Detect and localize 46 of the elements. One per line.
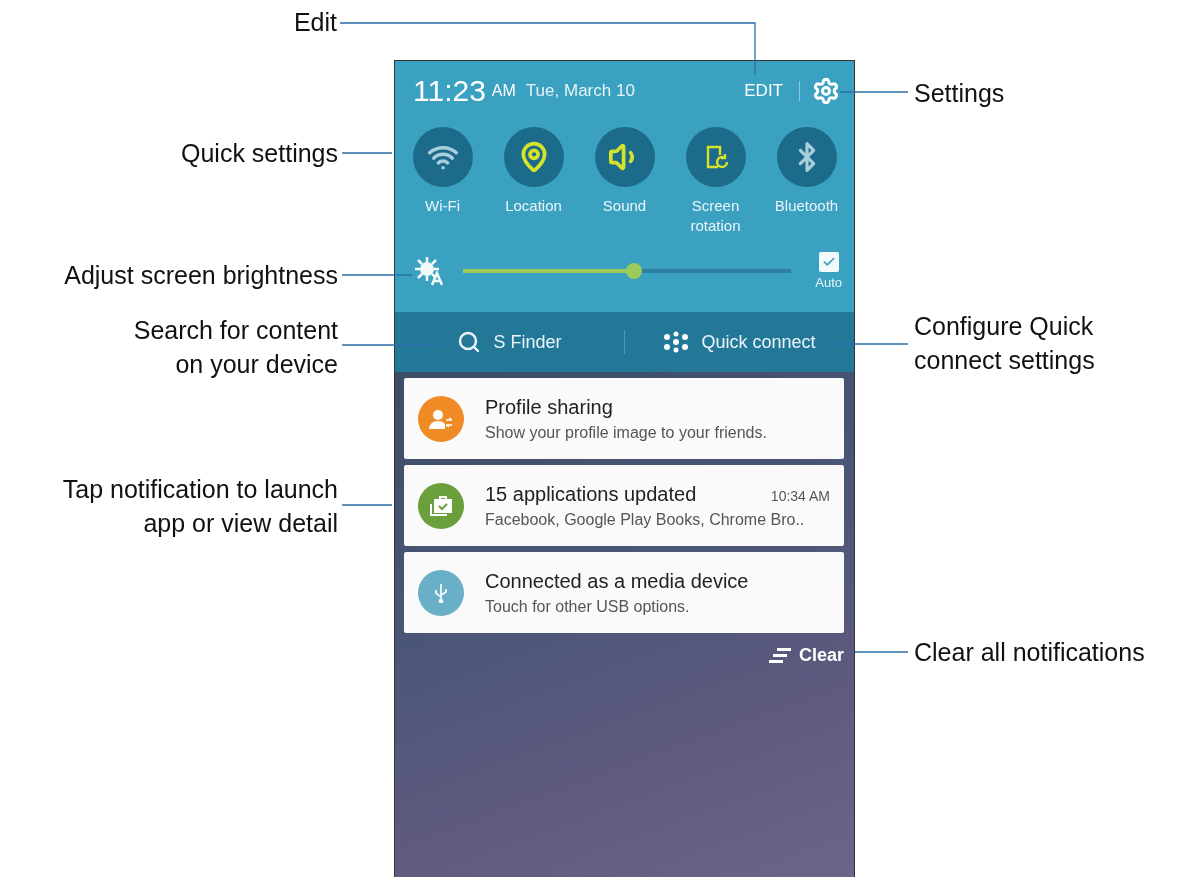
checkmark-icon <box>821 255 836 269</box>
usb-icon <box>434 582 448 603</box>
notification-card[interactable]: Connected as a media device Touch for other USB options. <box>404 552 844 633</box>
callout-label: Clear all notifications <box>914 637 1146 668</box>
clock-time: 11:23 <box>413 74 486 108</box>
clear-lines-icon <box>768 647 791 664</box>
leader-line <box>341 274 413 276</box>
quick-setting-toggle[interactable]: Screen rotation <box>670 127 761 236</box>
callout-label: Tap notification to launch app or view detail <box>61 474 338 539</box>
quick-setting-toggle[interactable]: Bluetooth <box>761 127 852 236</box>
callout-label: Quick settings <box>180 138 338 169</box>
date-text: Tue, March 10 <box>525 81 635 101</box>
settings-button[interactable] <box>812 77 840 105</box>
notification-card[interactable]: 15 applications updated 10:34 AM Facebook, Google Play Books, Chrome Bro.. <box>404 465 844 546</box>
notification-title: Connected as a media device <box>485 569 749 593</box>
notification-text: Touch for other USB options. <box>485 597 691 616</box>
clock-ampm: AM <box>491 82 516 100</box>
notification-text: Show your profile image to your friends. <box>485 423 768 442</box>
leader-line <box>854 651 909 653</box>
quick-setting-toggle[interactable]: Sound <box>579 127 670 236</box>
quick-setting-toggle[interactable]: Location <box>488 127 579 236</box>
auto-brightness-icon <box>415 256 445 286</box>
leader-line <box>839 91 909 93</box>
callout-label: Configure Quick connect settings <box>914 311 1096 376</box>
callout-label: Edit <box>292 7 337 38</box>
notification-card[interactable]: Profile sharing Show your profile image to your friends. <box>404 378 844 459</box>
clear-button[interactable]: Clear <box>768 645 844 666</box>
settings-icon <box>812 77 840 105</box>
person-icon <box>429 407 453 430</box>
leader-line <box>341 152 393 154</box>
callout-label: Adjust screen brightness <box>63 260 338 291</box>
quick-setting-toggle[interactable]: Wi-Fi <box>397 127 488 236</box>
quick-connect-button[interactable]: Quick connect <box>625 330 854 354</box>
leader-line <box>341 504 393 506</box>
callout-label: Search for content on your device <box>132 315 338 380</box>
network-nodes-icon <box>663 331 690 353</box>
notification-text: Facebook, Google Play Books, Chrome Bro.. <box>485 510 806 529</box>
edit-button[interactable]: EDIT <box>740 77 787 105</box>
search-icon <box>457 330 482 354</box>
notification-title: 15 applications updated <box>485 482 697 506</box>
auto-brightness-checkbox[interactable]: Auto <box>815 252 842 290</box>
briefcase-check-icon <box>429 494 453 517</box>
notification-title: Profile sharing <box>485 395 613 419</box>
notification-time: 10:34 AM <box>770 487 830 504</box>
s-finder-button[interactable]: S Finder <box>395 329 624 355</box>
callout-label: Settings <box>914 78 1006 109</box>
